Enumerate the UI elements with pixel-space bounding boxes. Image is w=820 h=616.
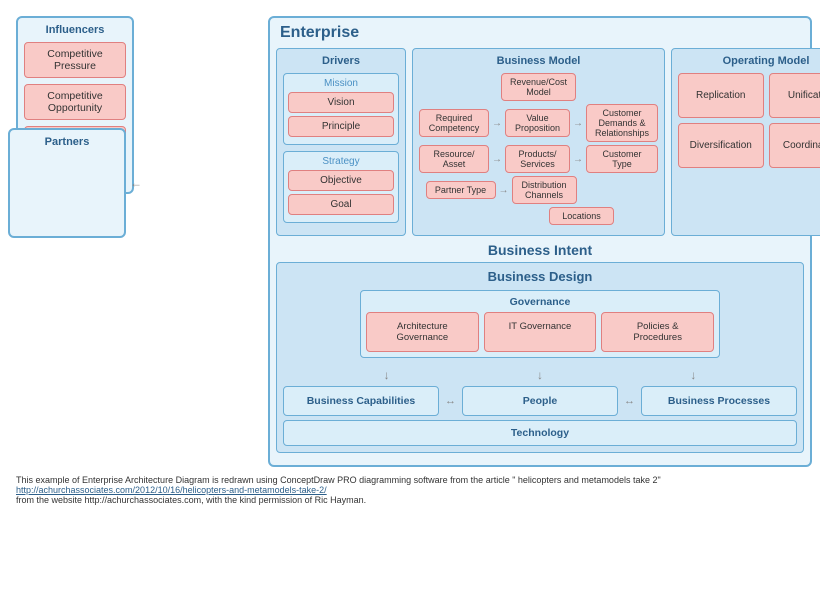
om-diversification: Diversification — [678, 123, 764, 168]
resource-asset-item: Resource/ Asset — [419, 145, 489, 173]
footer-line2: from the website http://achurchassociate… — [16, 495, 804, 505]
drivers-title: Drivers — [283, 55, 399, 67]
operating-model-title: Operating Model — [678, 55, 820, 67]
operating-model-box: Operating Model Replication Unification … — [671, 48, 820, 236]
value-proposition-item: Value Proposition — [505, 109, 570, 137]
business-model-box: Business Model Revenue/Cost Model Requir… — [412, 48, 665, 236]
bottom-row: Business Capabilities ↔ People ↔ Busines… — [283, 386, 797, 416]
revenue-cost-item: Revenue/Cost Model — [501, 73, 576, 101]
governance-box: Governance Architecture Governance IT Go… — [360, 290, 720, 358]
enterprise-box: Enterprise Drivers Mission Vision Princi… — [268, 16, 812, 467]
technology-bar: Technology — [283, 420, 797, 446]
enterprise-label: Enterprise — [276, 24, 804, 42]
drivers-group1: Mission Vision Principle — [283, 73, 399, 145]
people-item: People — [462, 386, 618, 416]
drivers-box: Drivers Mission Vision Principle Strateg… — [276, 48, 406, 236]
business-capabilities-item: Business Capabilities — [283, 386, 439, 416]
arrow-icon-4: → — [573, 154, 583, 165]
required-competency-item: Required Competency — [419, 109, 489, 137]
principle-item: Principle — [288, 116, 394, 137]
bm-row2: Required Competency → Value Proposition … — [419, 104, 658, 142]
page-wrapper: Influencers Competitive Pressure Competi… — [0, 0, 820, 513]
drivers-group2: Strategy Objective Goal — [283, 151, 399, 223]
left-panels: Influencers Competitive Pressure Competi… — [8, 8, 126, 238]
goal-item: Goal — [288, 194, 394, 215]
top-row: Drivers Mission Vision Principle Strateg… — [276, 48, 804, 236]
om-replication: Replication — [678, 73, 764, 118]
arrow-icon-2: → — [573, 118, 583, 129]
footer-link[interactable]: http://achurchassociates.com/2012/10/16/… — [16, 485, 327, 495]
business-intent-label: Business Intent — [276, 242, 804, 258]
arrow-both-1: ↔ — [445, 386, 456, 416]
policies-item: Policies & Procedures — [601, 312, 714, 352]
om-grid: Replication Unification Diversification … — [678, 73, 820, 168]
om-unification: Unification — [769, 73, 820, 118]
arrow-both-2: ↔ — [624, 386, 635, 416]
governance-items: Architecture Governance IT Governance Po… — [366, 312, 714, 352]
governance-title: Governance — [366, 296, 714, 308]
diagram-area: Enterprise Drivers Mission Vision Princi… — [138, 16, 812, 467]
partners-arrow-icon: ← — [130, 176, 142, 190]
influencer-competitive-opportunity: Competitive Opportunity — [24, 84, 126, 120]
business-design-title: Business Design — [283, 269, 797, 284]
arch-governance-item: Architecture Governance — [366, 312, 479, 352]
business-processes-item: Business Processes — [641, 386, 797, 416]
down-arrows: ↓ ↓ ↓ — [283, 364, 797, 386]
vision-item: Vision — [288, 92, 394, 113]
down-arrow-1: ↓ — [384, 368, 390, 382]
locations-item: Locations — [549, 207, 614, 225]
bm-row5: Locations — [463, 207, 614, 225]
arrow-icon-1: → — [492, 118, 502, 129]
bm-row4: Partner Type → Distribution Channels — [426, 176, 652, 204]
customer-type-item: Customer Type — [586, 145, 658, 173]
bm-layout: Revenue/Cost Model Required Competency →… — [419, 73, 658, 225]
mission-label: Mission — [288, 78, 394, 89]
footer-line1: This example of Enterprise Architecture … — [16, 475, 804, 485]
bm-row3: Resource/ Asset → Products/ Services → C… — [419, 145, 658, 173]
partners-title: Partners — [16, 136, 118, 148]
products-services-item: Products/ Services — [505, 145, 570, 173]
footer: This example of Enterprise Architecture … — [8, 475, 812, 505]
objective-item: Objective — [288, 170, 394, 191]
down-arrow-2: ↓ — [537, 368, 543, 382]
om-coordination: Coordination — [769, 123, 820, 168]
customer-demands-item: Customer Demands & Relationships — [586, 104, 658, 142]
arrow-icon-3: → — [492, 154, 502, 165]
strategy-label: Strategy — [288, 156, 394, 167]
distribution-channels-item: Distribution Channels — [512, 176, 577, 204]
partner-type-item: Partner Type — [426, 181, 496, 199]
bm-row1: Revenue/Cost Model — [501, 73, 576, 101]
influencer-competitive-pressure: Competitive Pressure — [24, 42, 126, 78]
business-model-title: Business Model — [419, 55, 658, 67]
influencers-title: Influencers — [24, 24, 126, 36]
partners-panel: Partners ← — [8, 128, 126, 238]
business-design-box: Business Design Governance Architecture … — [276, 262, 804, 453]
down-arrow-3: ↓ — [690, 368, 696, 382]
it-governance-item: IT Governance — [484, 312, 597, 352]
arrow-icon-5: → — [499, 185, 509, 196]
